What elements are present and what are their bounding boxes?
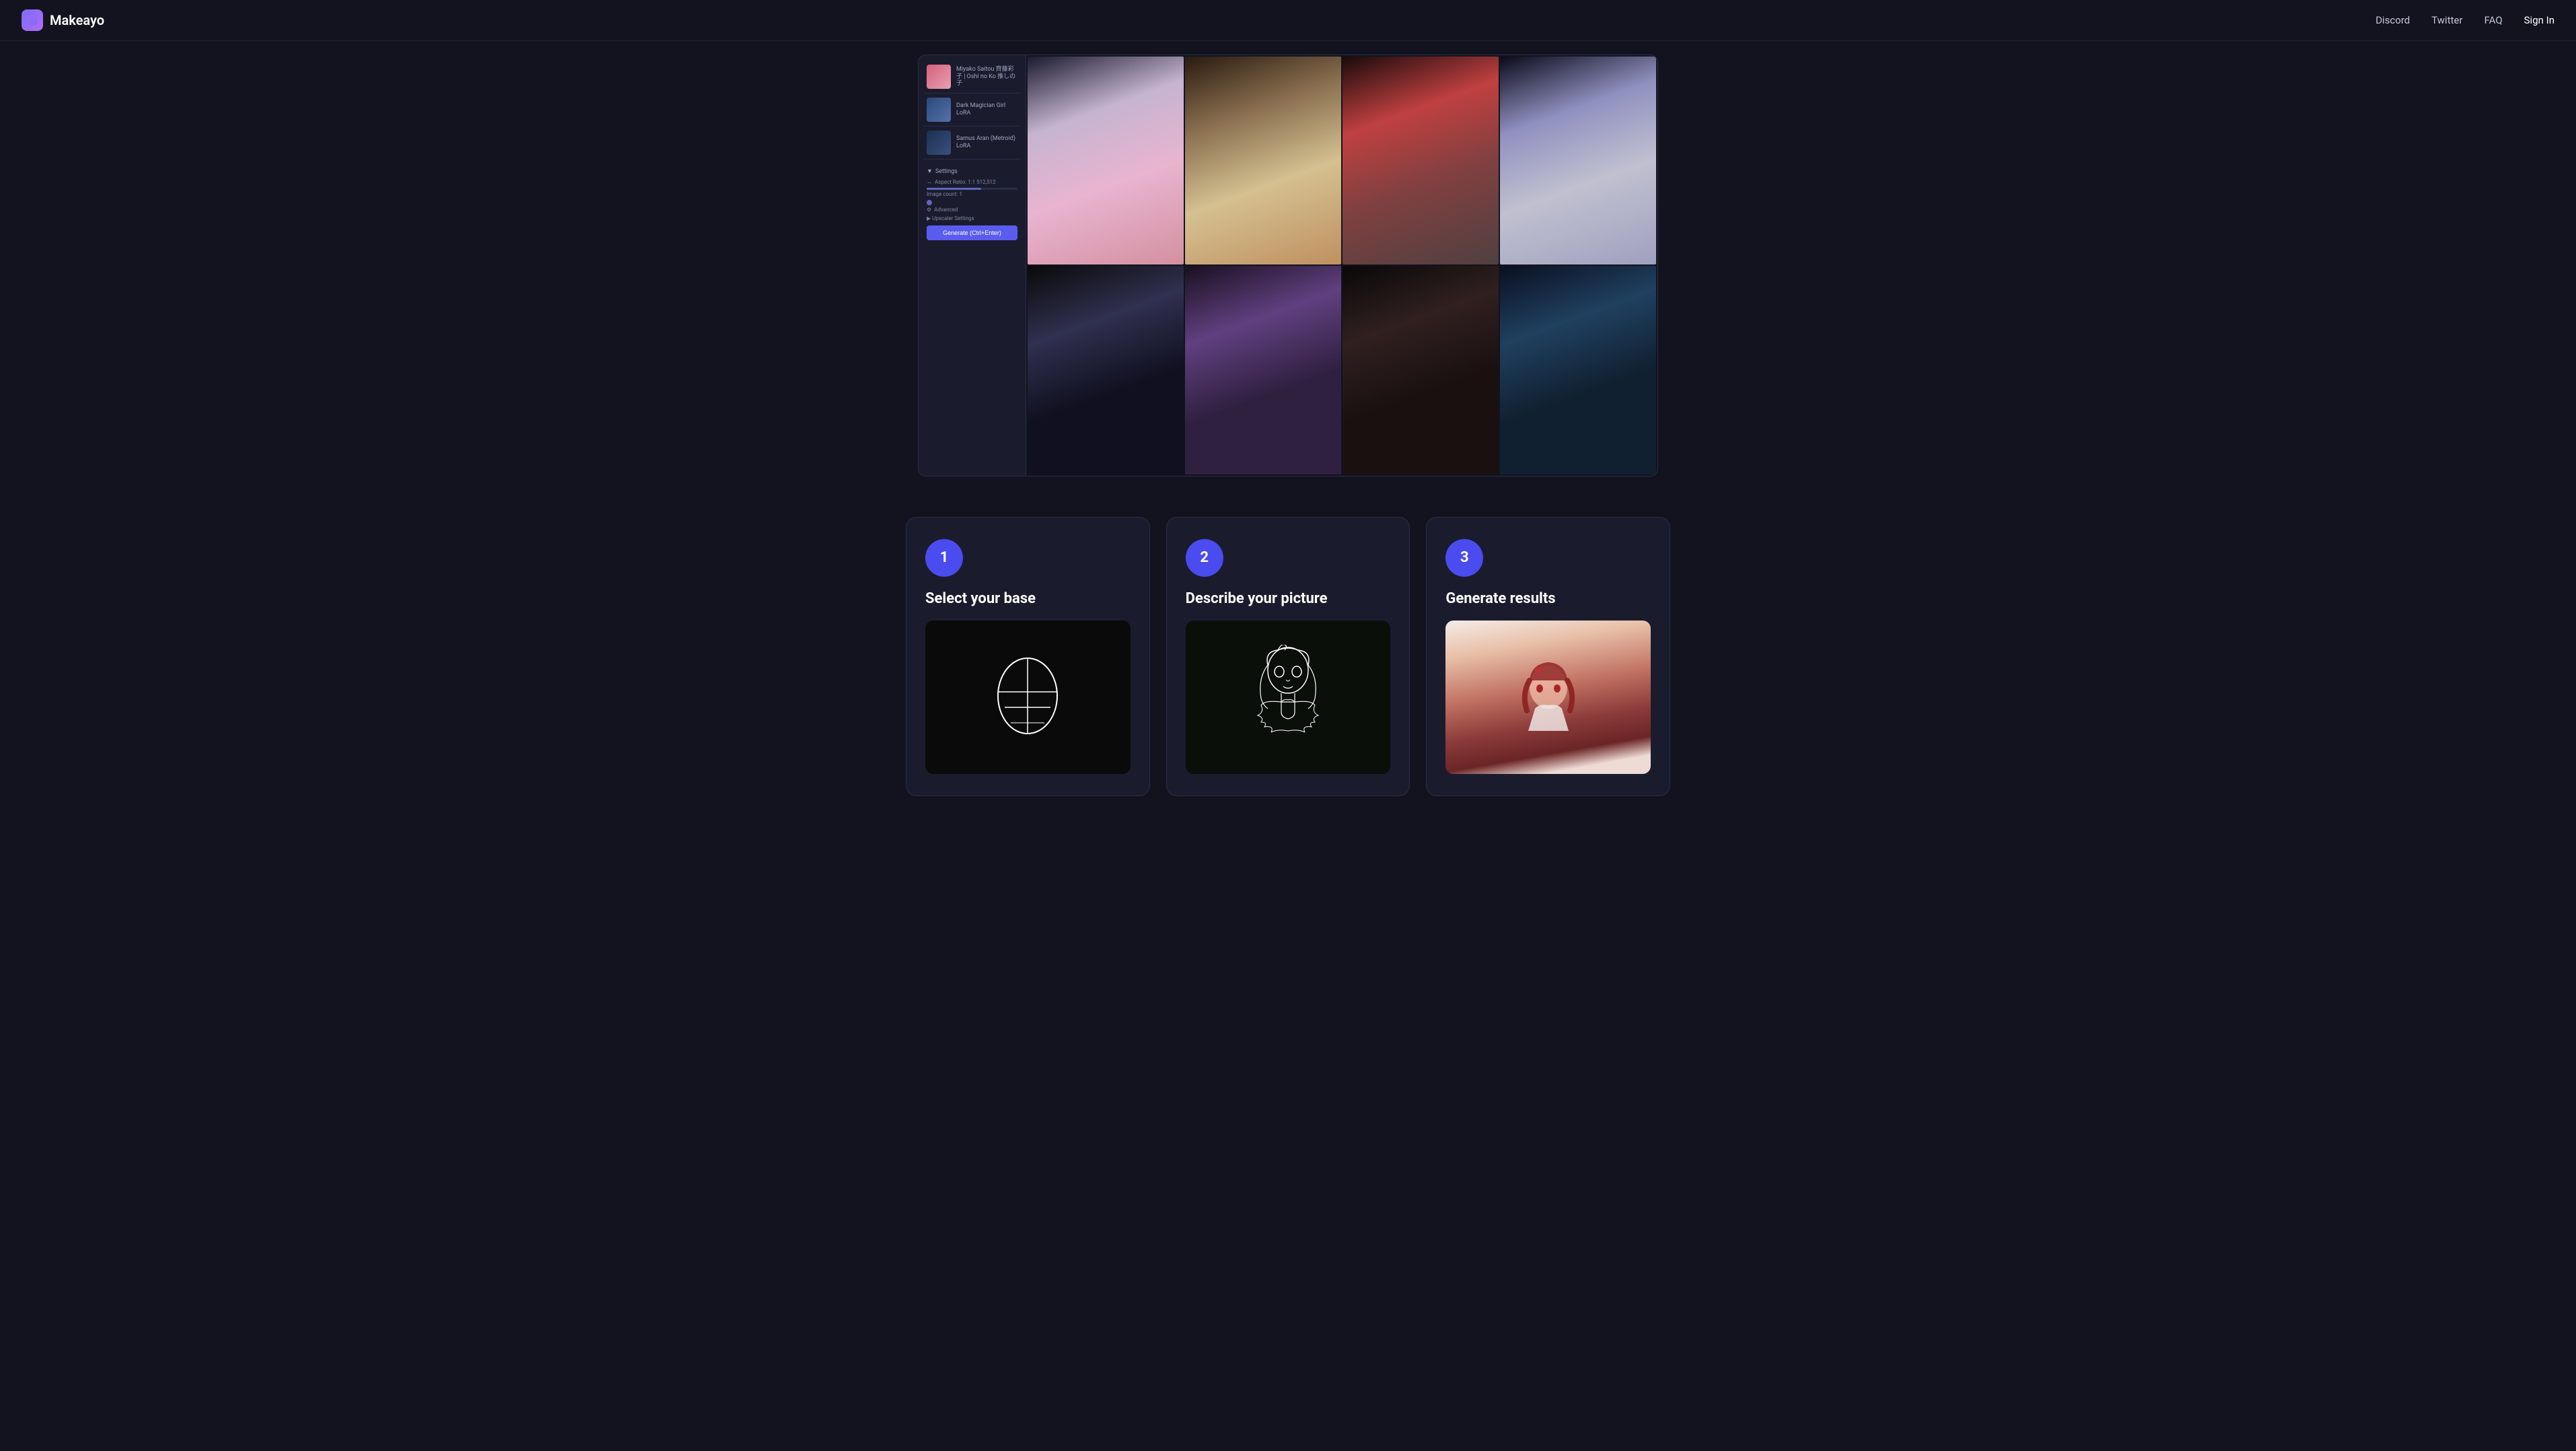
aspect-ratio-row: ↔ Aspect Ratio: 1:1 512,512 <box>927 179 1017 185</box>
step-title-1: Select your base <box>925 590 1131 607</box>
advanced-row[interactable]: ⚙ Advanced <box>927 207 1017 213</box>
step-title-2: Describe your picture <box>1186 590 1391 607</box>
gallery-grid <box>1026 55 1657 476</box>
generate-button[interactable]: Generate (Ctrl+Enter) <box>927 225 1017 240</box>
sidebar-item-3[interactable]: Samus Aran (Metroid) LoRA <box>924 127 1020 160</box>
image-count-slider[interactable] <box>927 200 932 205</box>
gallery-panel <box>1026 55 1657 476</box>
sidebar-item-2[interactable]: Dark Magician Girl LoRA <box>924 94 1020 127</box>
nav-faq[interactable]: FAQ <box>2484 14 2503 26</box>
upscaler-row[interactable]: ▶ Upscaler Settings <box>927 215 1017 221</box>
steps-section: 1 Select your base 2 Des <box>884 476 1692 837</box>
sidebar-thumb-3 <box>927 131 951 155</box>
aspect-ratio-label: Aspect Ratio: 1:1 512,512 <box>935 179 996 185</box>
brand-logo-icon <box>22 9 43 31</box>
gallery-image-7[interactable] <box>1343 266 1499 474</box>
gallery-image-4[interactable] <box>1500 57 1656 264</box>
settings-section: ▼ Settings ↔ Aspect Ratio: 1:1 512,512 I… <box>924 165 1020 243</box>
sidebar-label-2: Dark Magician Girl LoRA <box>956 102 1017 117</box>
navbar: Makeayo Discord Twitter FAQ Sign In <box>0 0 2576 41</box>
gallery-image-1[interactable] <box>1028 57 1184 264</box>
gallery-image-6[interactable] <box>1185 266 1341 474</box>
app-preview: Miyako Saitou 齊藤彩子 | Oshi no Ko 推しの子 Dar… <box>918 55 1658 476</box>
aspect-ratio-slider[interactable] <box>927 188 1017 190</box>
step-badge-2: 2 <box>1186 539 1223 577</box>
gallery-image-2[interactable] <box>1185 57 1341 264</box>
image-count-row: Image count: 1 <box>927 191 1017 197</box>
upscaler-label: Upscaler Settings <box>932 215 974 221</box>
step-card-3: 3 Generate results <box>1426 517 1670 797</box>
rendered-character <box>1445 621 1651 774</box>
sidebar-panel: Miyako Saitou 齊藤彩子 | Oshi no Ko 推しの子 Dar… <box>919 55 1026 476</box>
step-image-3 <box>1445 621 1651 774</box>
step-badge-1: 1 <box>925 539 963 577</box>
step-image-2 <box>1186 621 1391 775</box>
nav-signin[interactable]: Sign In <box>2524 14 2554 26</box>
step-image-1 <box>925 621 1131 774</box>
brand-name: Makeayo <box>50 12 104 28</box>
sidebar-thumb-2 <box>927 98 951 122</box>
image-count-label: Image count: 1 <box>927 191 962 197</box>
step-card-1: 1 Select your base <box>906 517 1150 797</box>
step-title-3: Generate results <box>1445 590 1651 607</box>
advanced-label: Advanced <box>934 207 958 213</box>
hero-section: Miyako Saitou 齊藤彩子 | Oshi no Ko 推しの子 Dar… <box>0 41 2576 476</box>
gallery-image-3[interactable] <box>1343 57 1499 264</box>
step-card-2: 2 Describe your picture <box>1166 517 1410 797</box>
steps-grid: 1 Select your base 2 Des <box>906 517 1670 797</box>
sidebar-label-1: Miyako Saitou 齊藤彩子 | Oshi no Ko 推しの子 <box>956 66 1017 87</box>
brand-logo-link[interactable]: Makeayo <box>22 9 104 31</box>
sidebar-label-3: Samus Aran (Metroid) LoRA <box>956 135 1017 150</box>
gallery-image-8[interactable] <box>1500 266 1656 474</box>
settings-toggle[interactable]: ▼ Settings <box>927 168 1017 175</box>
sidebar-thumb-1 <box>927 65 951 89</box>
sidebar-item-1[interactable]: Miyako Saitou 齊藤彩子 | Oshi no Ko 推しの子 <box>924 61 1020 94</box>
settings-label: Settings <box>935 168 958 175</box>
nav-links: Discord Twitter FAQ Sign In <box>2375 14 2554 26</box>
step-badge-3: 3 <box>1445 539 1483 577</box>
gallery-image-5[interactable] <box>1028 266 1184 474</box>
nav-twitter[interactable]: Twitter <box>2431 14 2462 26</box>
nav-discord[interactable]: Discord <box>2375 14 2410 26</box>
